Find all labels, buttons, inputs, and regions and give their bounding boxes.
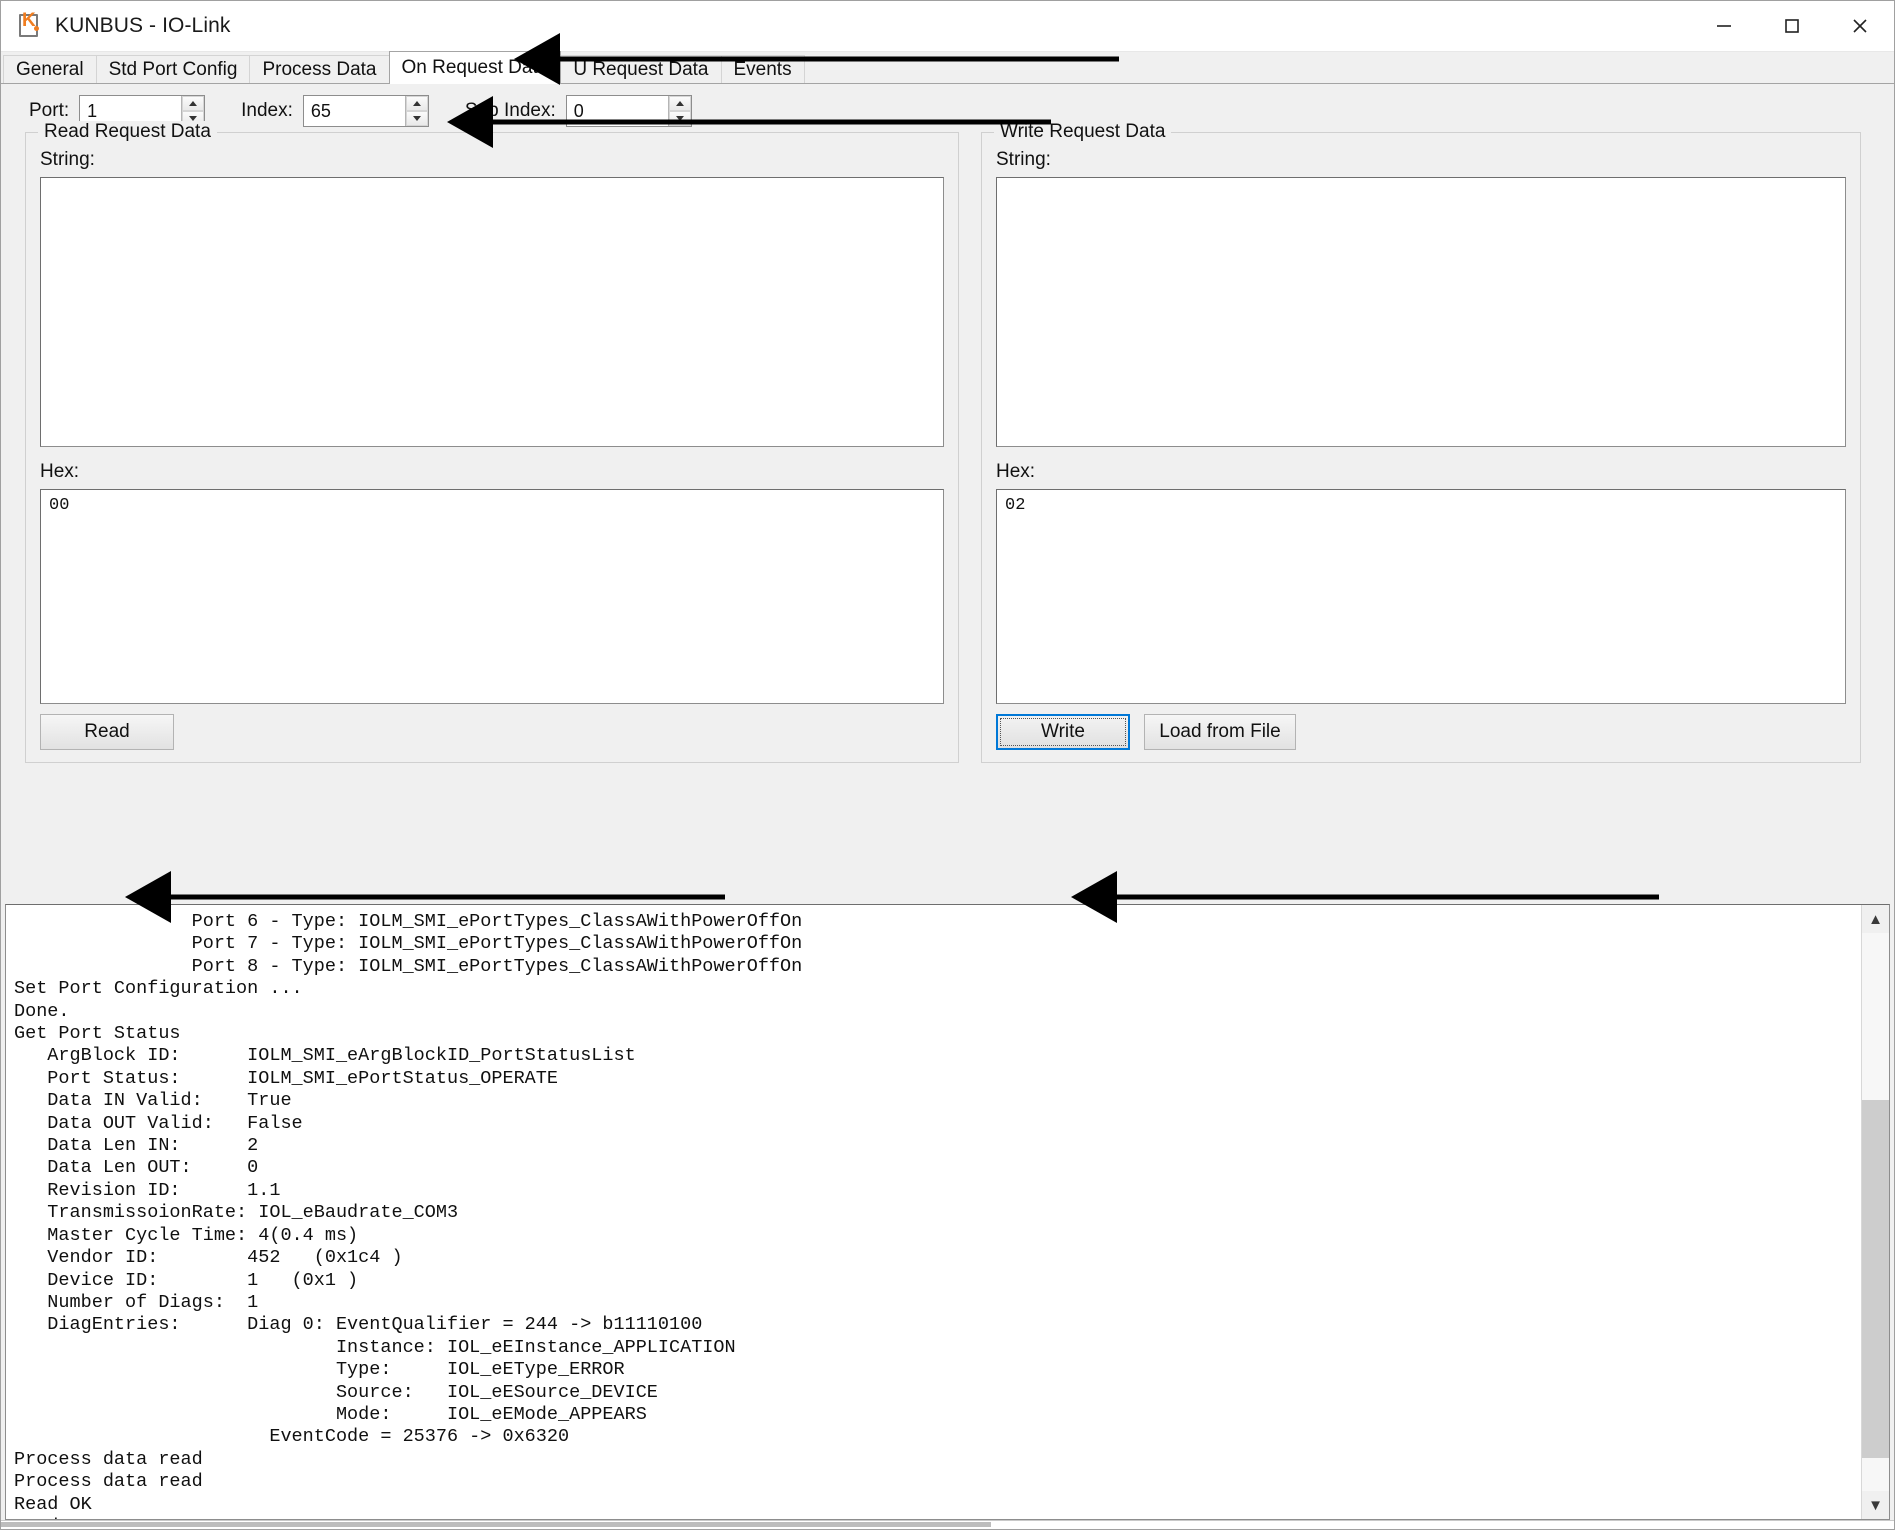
- index-stepper[interactable]: 65: [302, 95, 429, 127]
- scrollbar-track[interactable]: [1862, 933, 1889, 1491]
- title-bar: K KUNBUS - IO-Link: [1, 1, 1894, 52]
- sub-index-label: Sub Index:: [464, 100, 556, 121]
- sub-index-decrement-button[interactable]: [668, 111, 691, 126]
- read-button-row: Read: [40, 704, 944, 750]
- read-request-data-group: Read Request Data String: Hex: 00 Read: [25, 121, 959, 763]
- log-console-scrollbar[interactable]: ▲ ▼: [1861, 905, 1889, 1519]
- index-label: Index:: [241, 100, 293, 121]
- tab-events[interactable]: Events: [720, 55, 805, 83]
- kunbus-k-icon: K: [17, 11, 43, 41]
- index-input[interactable]: 65: [303, 96, 405, 126]
- sub-index-input[interactable]: 0: [566, 96, 668, 126]
- maximize-icon[interactable]: [1758, 1, 1826, 51]
- index-increment-button[interactable]: [405, 96, 428, 111]
- read-hex-textarea[interactable]: 00: [40, 489, 944, 704]
- window-controls: [1690, 1, 1894, 51]
- app-window: K KUNBUS - IO-Link General Std Port Conf…: [0, 0, 1895, 1530]
- write-button-row: Write Load from File: [996, 704, 1846, 750]
- on-request-data-panel: Port: 1 Index: 65 Sub Index: 0 Read Requ…: [1, 84, 1894, 923]
- index-stepper-arrows[interactable]: [404, 96, 428, 126]
- tab-isdu-request-data[interactable]: U Request Data: [560, 55, 722, 83]
- read-string-label: String:: [40, 149, 95, 170]
- chevron-up-icon[interactable]: ▲: [1862, 905, 1889, 933]
- sub-index-increment-button[interactable]: [668, 96, 691, 111]
- write-hex-textarea[interactable]: 02: [996, 489, 1846, 704]
- scrollbar-thumb[interactable]: [1862, 1100, 1889, 1458]
- close-icon[interactable]: [1826, 1, 1894, 51]
- sub-index-stepper-arrows[interactable]: [667, 96, 691, 126]
- tab-general[interactable]: General: [3, 55, 97, 83]
- load-from-file-button[interactable]: Load from File: [1144, 714, 1296, 750]
- minimize-icon[interactable]: [1690, 1, 1758, 51]
- tab-process-data[interactable]: Process Data: [249, 55, 390, 83]
- log-console-panel: Port 6 - Type: IOLM_SMI_ePortTypes_Class…: [5, 904, 1890, 1520]
- tab-on-request-data[interactable]: On Request Data: [388, 51, 562, 84]
- write-string-textarea[interactable]: [996, 177, 1846, 447]
- horizontal-scrollbar-thumb[interactable]: [1, 1522, 991, 1527]
- read-hex-label: Hex:: [40, 461, 80, 482]
- write-request-data-group: Write Request Data String: Hex: 02 Write…: [981, 121, 1861, 763]
- bottom-scrollbar-edge[interactable]: [1, 1520, 1894, 1529]
- write-button[interactable]: Write: [996, 714, 1130, 750]
- sub-index-stepper[interactable]: 0: [565, 95, 692, 127]
- port-increment-button[interactable]: [182, 96, 205, 111]
- write-group-title: Write Request Data: [994, 121, 1172, 143]
- chevron-down-icon[interactable]: ▼: [1862, 1491, 1889, 1519]
- write-string-label: String:: [996, 149, 1051, 170]
- write-hex-label: Hex:: [996, 461, 1036, 482]
- request-panels: Read Request Data String: Hex: 00 Read W…: [1, 121, 1894, 763]
- port-label: Port:: [29, 100, 70, 121]
- read-button[interactable]: Read: [40, 714, 174, 750]
- tab-strip: General Std Port Config Process Data On …: [1, 51, 1894, 84]
- index-decrement-button[interactable]: [405, 111, 428, 126]
- read-string-textarea[interactable]: [40, 177, 944, 447]
- tab-std-port-config[interactable]: Std Port Config: [95, 55, 251, 83]
- log-console-text[interactable]: Port 6 - Type: IOLM_SMI_ePortTypes_Class…: [6, 905, 1861, 1519]
- window-title: KUNBUS - IO-Link: [55, 14, 231, 37]
- parameter-row: Port: 1 Index: 65 Sub Index: 0: [1, 84, 1894, 132]
- read-group-title: Read Request Data: [38, 121, 217, 143]
